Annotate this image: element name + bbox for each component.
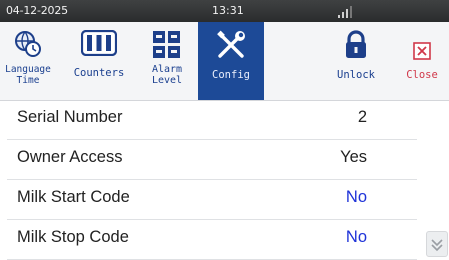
setting-value: 2 <box>357 108 367 126</box>
unlock-label: Unlock <box>337 69 375 81</box>
unlock-button[interactable]: Unlock <box>328 22 384 100</box>
close-label: Close <box>406 69 438 81</box>
setting-label: Owner Access <box>17 148 123 166</box>
counters-label: Counters <box>73 67 125 79</box>
lock-icon <box>346 30 366 58</box>
chevron-double-down-icon <box>431 239 443 252</box>
setting-row-serial-number[interactable]: Serial Number 2 <box>7 100 417 140</box>
scroll-down-button[interactable] <box>426 231 448 257</box>
close-button[interactable]: Close <box>398 22 446 100</box>
alarm-grid-icon <box>153 31 180 58</box>
alarm-level-label: Alarm Level <box>151 64 183 86</box>
status-time: 13:31 <box>212 4 244 17</box>
setting-value: Yes <box>340 148 367 166</box>
setting-row-milk-stop-code[interactable]: Milk Stop Code No <box>7 220 417 260</box>
setting-label: Milk Start Code <box>17 188 130 206</box>
close-icon <box>413 42 431 60</box>
language-time-button[interactable]: Language Time <box>0 22 56 100</box>
setting-value: No <box>345 188 367 206</box>
config-label: Config <box>212 69 250 81</box>
setting-row-milk-start-code[interactable]: Milk Start Code No <box>7 180 417 220</box>
language-time-label: Language Time <box>5 64 51 86</box>
signal-icon <box>338 6 352 18</box>
counters-icon <box>81 30 117 56</box>
setting-label: Serial Number <box>17 108 123 126</box>
setting-label: Milk Stop Code <box>17 228 129 246</box>
setting-row-owner-access[interactable]: Owner Access Yes <box>7 140 417 180</box>
toolbar: Language Time Counters Alarm Level Confi… <box>0 22 449 101</box>
globe-clock-icon <box>15 31 41 57</box>
counters-button[interactable]: Counters <box>62 22 136 100</box>
alarm-level-button[interactable]: Alarm Level <box>140 22 194 100</box>
config-button[interactable]: Config <box>198 22 264 100</box>
status-date: 04-12-2025 <box>6 4 68 17</box>
status-bar: 04-12-2025 13:31 <box>0 0 449 22</box>
wrench-screwdriver-icon <box>217 30 245 58</box>
setting-value: No <box>345 228 367 246</box>
